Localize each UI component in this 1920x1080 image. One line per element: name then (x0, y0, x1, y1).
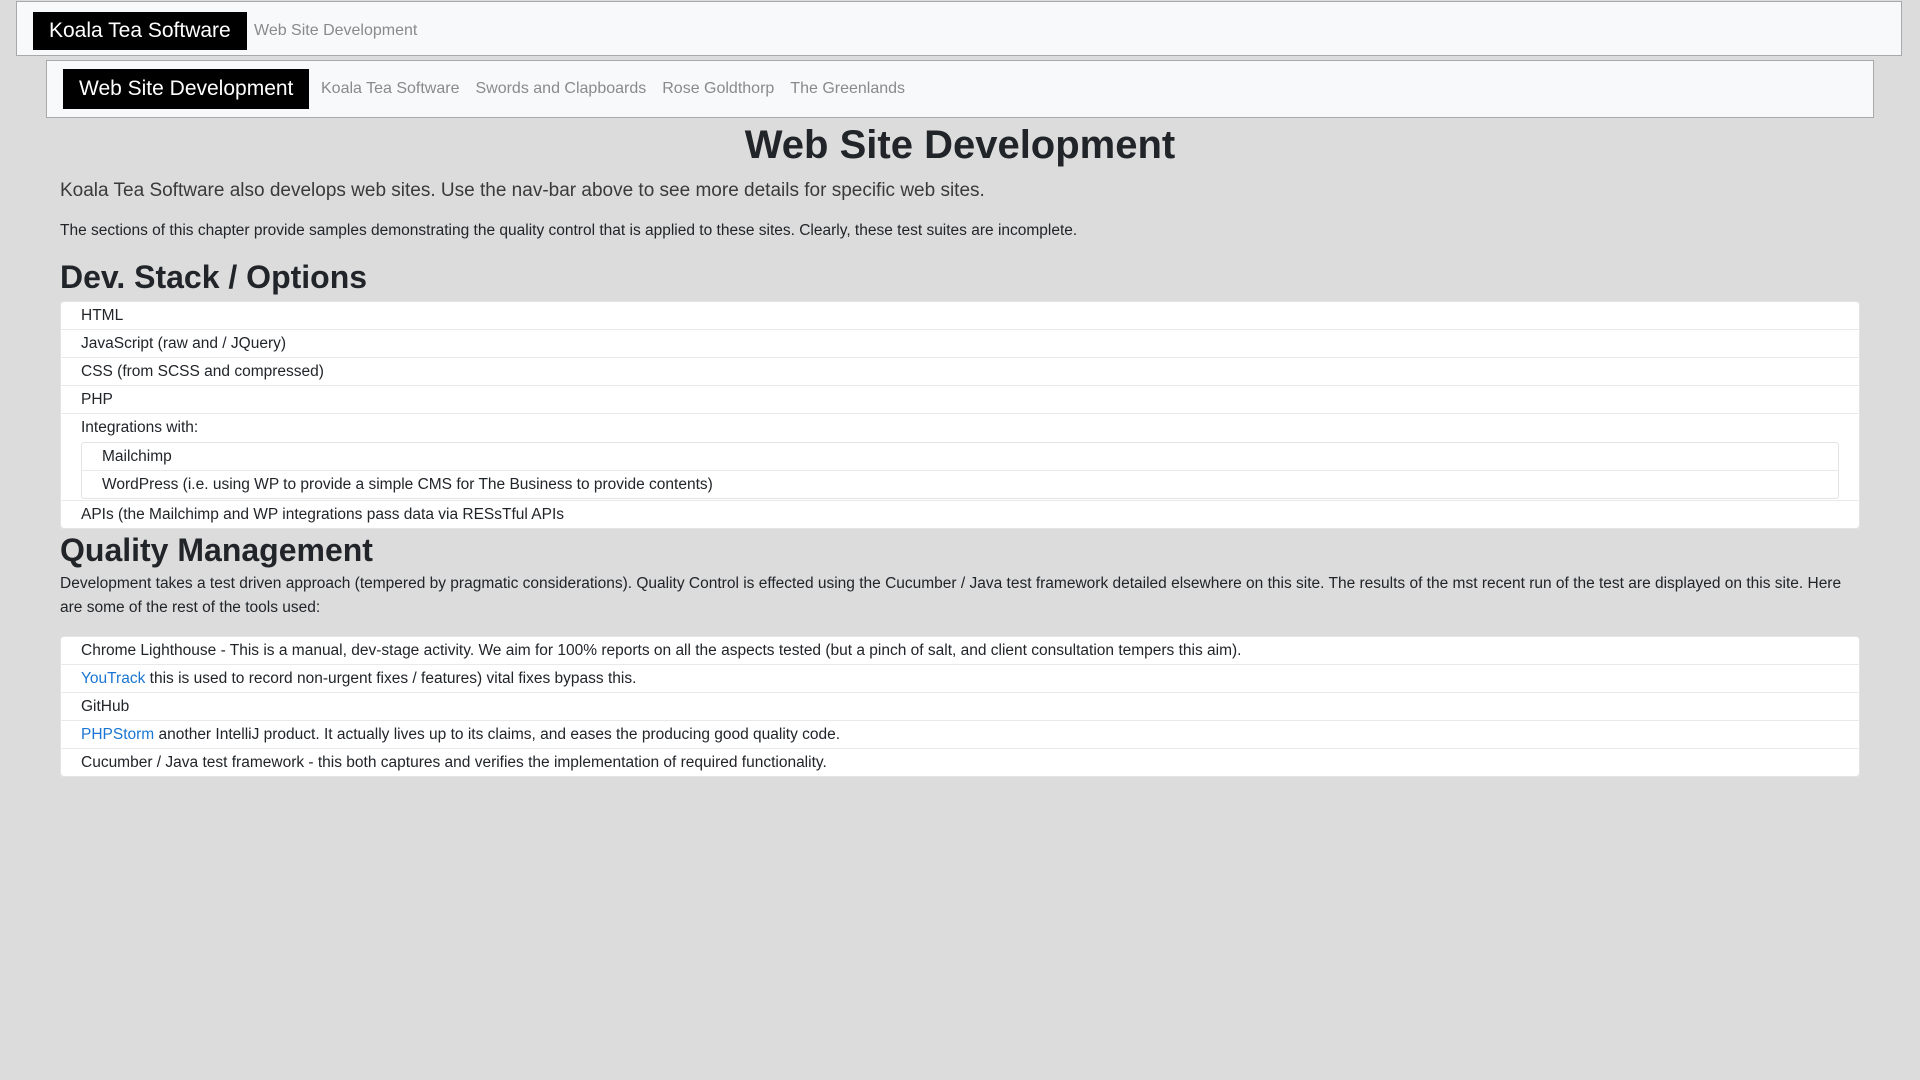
page-title: Web Site Development (744, 123, 1176, 167)
nav-link-rose-goldthorp[interactable]: Rose Goldthorp (662, 80, 774, 98)
dev-stack-heading: Dev. Stack / Options (60, 259, 368, 295)
intro-paragraph: The sections of this chapter provide sam… (60, 222, 1078, 239)
list-item: Cucumber / Java test framework - this bo… (61, 748, 1859, 776)
list-item-phpstorm: PHPStorm another IntelliJ product. It ac… (61, 720, 1859, 748)
youtrack-link[interactable]: YouTrack (81, 670, 145, 687)
list-item: APIs (the Mailchimp and WP integrations … (61, 500, 1859, 528)
youtrack-description: this is used to record non-urgent fixes … (145, 670, 637, 687)
list-item-integrations: Integrations with: Mailchimp WordPress (… (61, 413, 1859, 499)
phpstorm-link[interactable]: PHPStorm (81, 726, 154, 743)
sub-navbar: Web Site Development Koala Tea Software … (46, 60, 1874, 118)
list-item: JavaScript (raw and / JQuery) (61, 329, 1859, 357)
list-item: PHP (61, 385, 1859, 413)
lead-paragraph: Koala Tea Software also develops web sit… (60, 180, 985, 201)
dev-stack-list: HTML JavaScript (raw and / JQuery) CSS (… (60, 301, 1860, 529)
nav-link-koala-tea-software[interactable]: Koala Tea Software (321, 80, 459, 98)
list-item: Chrome Lighthouse - This is a manual, de… (81, 642, 1242, 659)
list-item: Mailchimp (102, 448, 172, 465)
navbar-brand-web-site-development[interactable]: Web Site Development (63, 69, 310, 109)
quality-management-heading: Quality Management (60, 532, 373, 568)
list-item: GitHub (61, 692, 1859, 720)
integrations-list: Mailchimp WordPress (i.e. using WP to pr… (81, 442, 1839, 499)
top-navbar: Koala Tea Software Web Site Development (16, 1, 1902, 56)
list-item: WordPress (i.e. using WP to provide a si… (82, 470, 1838, 498)
list-item-youtrack: YouTrack this is used to record non-urge… (61, 664, 1859, 692)
nav-link-the-greenlands[interactable]: The Greenlands (790, 80, 905, 98)
nav-link-swords-and-clapboards[interactable]: Swords and Clapboards (475, 80, 646, 98)
list-item: CSS (from SCSS and compressed) (61, 357, 1859, 385)
phpstorm-description: another IntelliJ product. It actually li… (154, 726, 841, 743)
navbar-brand-koala-tea[interactable]: Koala Tea Software (33, 12, 247, 50)
integrations-label: Integrations with: (81, 419, 199, 436)
tools-list: Chrome Lighthouse - This is a manual, de… (60, 636, 1860, 777)
list-item: HTML (81, 307, 124, 324)
quality-management-paragraph: Development takes a test driven approach… (60, 575, 1842, 616)
nav-link-web-site-development[interactable]: Web Site Development (254, 22, 417, 40)
top-nav-links: Web Site Development (254, 22, 433, 40)
sub-nav-links: Koala Tea Software Swords and Clapboards… (321, 80, 921, 98)
main-content: Web Site Development Koala Tea Software … (60, 118, 1860, 777)
